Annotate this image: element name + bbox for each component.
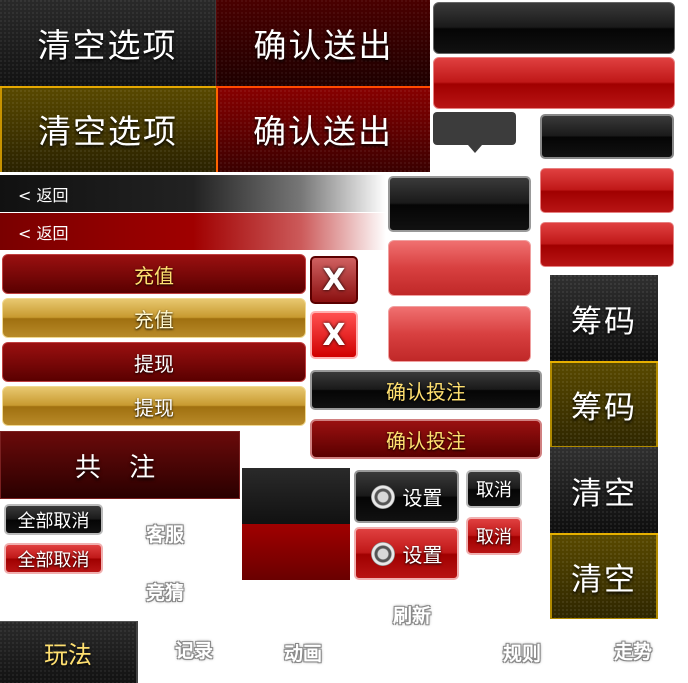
chips-label-selected: 筹码	[571, 389, 637, 426]
withdraw-label: 提现	[134, 351, 174, 376]
settings-label: 设置	[402, 486, 443, 510]
confirm-send-label-selected: 确认送出	[253, 112, 393, 151]
close-icon: X	[322, 262, 346, 298]
recharge-button[interactable]: 充值	[2, 254, 306, 294]
clear-options-tile[interactable]: 清空选项	[0, 0, 216, 86]
small-red-button[interactable]	[540, 168, 674, 213]
back-bar-dark[interactable]: < 返回	[0, 175, 386, 212]
confirm-bet-button[interactable]: 确认投注	[310, 370, 542, 410]
confirm-send-tile-selected[interactable]: 确认送出	[216, 86, 430, 172]
medium-red-button[interactable]	[388, 240, 531, 296]
confirm-bet-label-red: 确认投注	[386, 428, 466, 453]
confirm-bet-label: 确认投注	[386, 379, 466, 404]
settings-label-red: 设置	[402, 543, 443, 567]
small-red-button-2[interactable]	[540, 222, 674, 267]
cancel-label-red: 取消	[476, 527, 512, 548]
medium-dark-button[interactable]	[388, 176, 531, 232]
gameplay-label: 玩法	[44, 641, 92, 669]
recharge-button-selected[interactable]: 充值	[2, 298, 306, 338]
back-label-red: < 返回	[18, 223, 69, 243]
recharge-label: 充值	[134, 263, 174, 288]
total-bets-label: 共 注	[74, 452, 166, 483]
small-dark-button[interactable]	[540, 114, 674, 159]
back-label: < 返回	[18, 185, 69, 205]
confirm-send-label: 确认送出	[253, 26, 394, 65]
clear-options-label: 清空选项	[37, 26, 178, 65]
chips-tile[interactable]: 筹码	[550, 275, 658, 361]
confirm-bet-button-red[interactable]: 确认投注	[310, 419, 542, 459]
cancel-all-label-red: 全部取消	[17, 549, 90, 571]
chip-icon-red	[370, 541, 395, 566]
cancel-all-button-red[interactable]: 全部取消	[4, 543, 103, 574]
trend-link[interactable]: 走势	[614, 637, 652, 664]
settings-button[interactable]: 设置	[354, 470, 459, 523]
close-button[interactable]: X	[310, 256, 358, 304]
rules-link[interactable]: 规则	[503, 639, 541, 666]
wide-red-bar-button[interactable]	[433, 57, 675, 109]
two-tone-block	[242, 468, 350, 580]
confirm-send-tile[interactable]: 确认送出	[216, 0, 430, 86]
chip-icon	[370, 484, 395, 509]
clear-label-selected: 清空	[571, 561, 637, 598]
refresh-link[interactable]: 刷新	[393, 601, 431, 628]
customer-service-link[interactable]: 客服	[146, 520, 184, 547]
wide-dark-bar-button[interactable]	[433, 2, 675, 54]
clear-label: 清空	[571, 475, 637, 512]
back-bar-red[interactable]: < 返回	[0, 213, 386, 250]
close-button-active[interactable]: X	[310, 311, 358, 359]
chips-tile-selected[interactable]: 筹码	[550, 361, 658, 447]
tooltip-pointer	[468, 145, 482, 153]
clear-tile-selected[interactable]: 清空	[550, 533, 658, 619]
clear-tile[interactable]: 清空	[550, 447, 658, 533]
clear-options-label-selected: 清空选项	[38, 112, 178, 151]
cancel-button-red[interactable]: 取消	[466, 517, 522, 555]
settings-button-red[interactable]: 设置	[354, 527, 459, 580]
withdraw-button-selected[interactable]: 提现	[2, 386, 306, 426]
records-link[interactable]: 记录	[175, 636, 213, 663]
gameplay-tab[interactable]: 玩法	[0, 621, 138, 683]
withdraw-label-selected: 提现	[134, 395, 174, 420]
cancel-label: 取消	[476, 480, 512, 501]
chips-label: 筹码	[571, 303, 637, 340]
animation-link[interactable]: 动画	[284, 639, 322, 666]
cancel-all-label: 全部取消	[17, 510, 90, 532]
cancel-button[interactable]: 取消	[466, 470, 522, 508]
close-icon-active: X	[322, 317, 346, 353]
total-bets-bar: 共 注	[0, 431, 240, 499]
tooltip-bubble	[433, 112, 516, 145]
recharge-label-selected: 充值	[134, 307, 174, 332]
withdraw-button[interactable]: 提现	[2, 342, 306, 382]
cancel-all-button[interactable]: 全部取消	[4, 504, 103, 535]
medium-red-button-2[interactable]	[388, 306, 531, 362]
clear-options-tile-selected[interactable]: 清空选项	[0, 86, 216, 172]
guess-link[interactable]: 竞猜	[146, 578, 184, 605]
